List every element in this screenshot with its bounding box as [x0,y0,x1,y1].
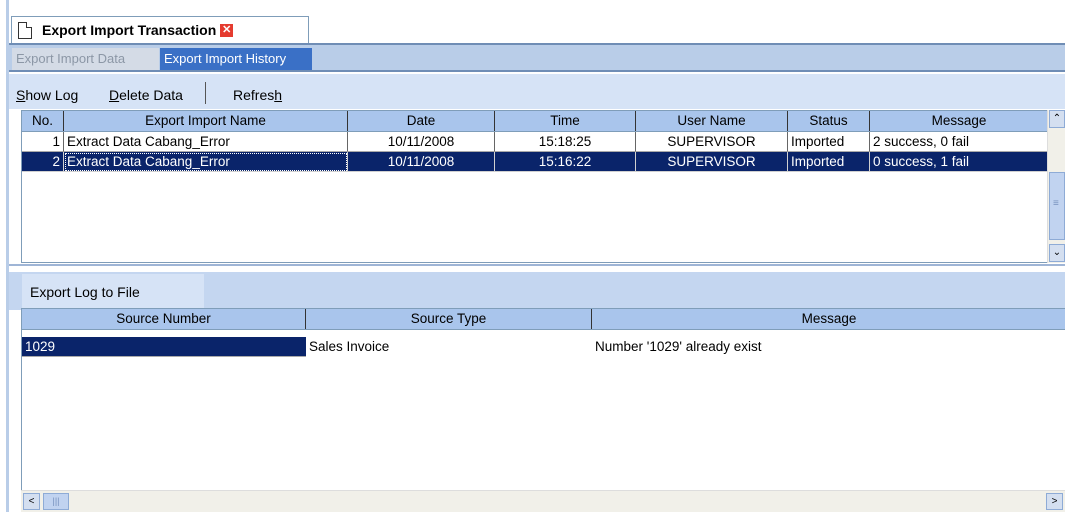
show-log-accelerator: S [16,87,26,103]
cell-status: Imported [788,132,870,152]
document-icon [18,21,32,39]
delete-data-accelerator: D [109,87,120,103]
cell-time: 15:18:25 [495,132,636,152]
cell-date: 10/11/2008 [348,132,495,152]
refresh-accelerator: h [274,87,283,103]
cell-no: 2 [22,152,64,172]
cell-user: SUPERVISOR [636,132,788,152]
scroll-up-icon[interactable]: ⌃ [1049,110,1065,128]
delete-data-button[interactable]: Delete Data [109,87,183,103]
left-edge [0,0,9,512]
col-header-source-number[interactable]: Source Number [22,309,306,329]
cell-status: Imported [788,152,870,172]
col-header-log-message[interactable]: Message [592,309,1065,329]
history-vertical-scrollbar[interactable]: ⌃ ⌄ [1047,110,1065,263]
hscroll-thumb[interactable]: ||| [43,493,69,510]
cell-name: Extract Data Cabang_Error [64,132,348,152]
col-header-name[interactable]: Export Import Name [64,111,348,131]
cell-message: 0 success, 1 fail [870,152,1048,172]
scroll-thumb[interactable] [1049,172,1065,240]
refresh-button[interactable]: Refresh [233,87,282,103]
tab-export-import-history[interactable]: Export Import History [160,48,312,70]
table-row[interactable]: 1 Extract Data Cabang_Error 10/11/2008 1… [22,132,1048,152]
tab-strip: Export Import Data Export Import History [9,45,1065,72]
col-header-no[interactable]: No. [22,111,64,131]
col-header-source-type[interactable]: Source Type [306,309,592,329]
scroll-right-icon[interactable]: > [1046,493,1063,510]
tab-export-import-data[interactable]: Export Import Data [12,48,159,70]
cell-no: 1 [22,132,64,152]
log-toolbar: Export Log to File [9,264,1065,312]
log-row[interactable]: 1029 Sales Invoice Number '1029' already… [22,337,1065,357]
history-table: No. Export Import Name Date Time User Na… [21,110,1048,263]
log-table: Source Number Source Type Message 1029 S… [21,308,1065,490]
scroll-down-icon[interactable]: ⌄ [1049,244,1065,262]
close-icon[interactable]: ✕ [220,23,234,37]
col-header-date[interactable]: Date [348,111,495,131]
log-table-header: Source Number Source Type Message [22,308,1065,330]
scroll-left-icon[interactable]: < [23,493,40,510]
refresh-label-pre: Refres [233,87,275,103]
col-header-status[interactable]: Status [788,111,870,131]
history-table-header: No. Export Import Name Date Time User Na… [22,110,1048,132]
cell-time: 15:16:22 [495,152,636,172]
cell-message: 2 success, 0 fail [870,132,1048,152]
log-horizontal-scrollbar[interactable]: < ||| > [21,490,1065,512]
cell-source-type: Sales Invoice [309,339,390,354]
window-title: Export Import Transaction [42,22,217,38]
show-log-button[interactable]: Show Log [16,87,78,103]
cell-user: SUPERVISOR [636,152,788,172]
cell-date: 10/11/2008 [348,152,495,172]
table-row-selected[interactable]: 2 Extract Data Cabang_Error 10/11/2008 1… [22,152,1048,172]
col-header-message[interactable]: Message [870,111,1048,131]
cell-name: Extract Data Cabang_Error [64,152,348,172]
cell-source-number: 1029 [22,337,306,357]
window-title-tab[interactable]: Export Import Transaction ✕ [11,16,309,43]
toolbar-separator [205,82,206,104]
show-log-label-post: how Log [25,87,79,103]
toolbar: Show Log Delete Data Refresh [9,74,1065,110]
cell-log-message: Number '1029' already exist [595,339,762,354]
col-header-user-name[interactable]: User Name [636,111,788,131]
delete-data-label-post: elete Data [119,87,183,103]
export-log-to-file-button[interactable]: Export Log to File [22,274,204,312]
col-header-time[interactable]: Time [495,111,636,131]
